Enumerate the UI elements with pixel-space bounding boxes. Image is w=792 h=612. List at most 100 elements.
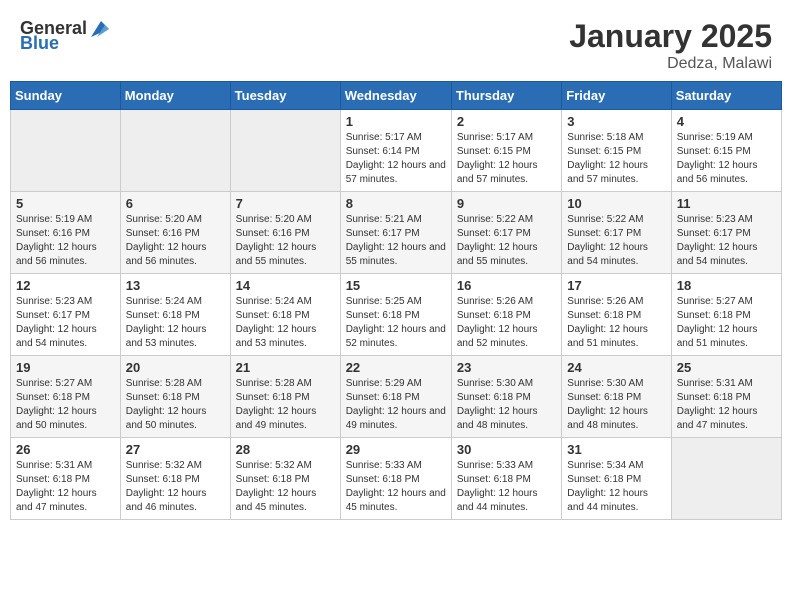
daylight-text: Daylight: 12 hours and 54 minutes. [677, 242, 758, 267]
day-info: Sunrise: 5:21 AM Sunset: 6:17 PM Dayligh… [346, 213, 446, 269]
sunset-text: Sunset: 6:15 PM [567, 146, 641, 157]
sunrise-text: Sunrise: 5:31 AM [677, 378, 753, 389]
daylight-text: Daylight: 12 hours and 49 minutes. [346, 406, 446, 431]
table-row: 8 Sunrise: 5:21 AM Sunset: 6:17 PM Dayli… [340, 192, 451, 274]
table-row [230, 110, 340, 192]
daylight-text: Daylight: 12 hours and 48 minutes. [457, 406, 538, 431]
sunset-text: Sunset: 6:18 PM [346, 474, 420, 485]
sunrise-text: Sunrise: 5:32 AM [236, 460, 312, 471]
day-number: 27 [126, 442, 225, 457]
table-row: 26 Sunrise: 5:31 AM Sunset: 6:18 PM Dayl… [11, 438, 121, 520]
sunrise-text: Sunrise: 5:22 AM [457, 214, 533, 225]
day-number: 14 [236, 278, 335, 293]
day-info: Sunrise: 5:27 AM Sunset: 6:18 PM Dayligh… [16, 377, 115, 433]
sunset-text: Sunset: 6:18 PM [567, 392, 641, 403]
day-info: Sunrise: 5:26 AM Sunset: 6:18 PM Dayligh… [567, 295, 665, 351]
sunset-text: Sunset: 6:16 PM [16, 228, 90, 239]
day-info: Sunrise: 5:26 AM Sunset: 6:18 PM Dayligh… [457, 295, 556, 351]
day-number: 19 [16, 360, 115, 375]
table-row: 25 Sunrise: 5:31 AM Sunset: 6:18 PM Dayl… [671, 356, 781, 438]
location-title: Dedza, Malawi [569, 55, 772, 73]
table-row: 4 Sunrise: 5:19 AM Sunset: 6:15 PM Dayli… [671, 110, 781, 192]
sunset-text: Sunset: 6:18 PM [567, 474, 641, 485]
sunrise-text: Sunrise: 5:24 AM [236, 296, 312, 307]
sunset-text: Sunset: 6:18 PM [126, 474, 200, 485]
sunset-text: Sunset: 6:18 PM [567, 310, 641, 321]
day-number: 17 [567, 278, 665, 293]
daylight-text: Daylight: 12 hours and 49 minutes. [236, 406, 317, 431]
table-row: 13 Sunrise: 5:24 AM Sunset: 6:18 PM Dayl… [120, 274, 230, 356]
sunrise-text: Sunrise: 5:19 AM [677, 132, 753, 143]
day-number: 12 [16, 278, 115, 293]
day-info: Sunrise: 5:34 AM Sunset: 6:18 PM Dayligh… [567, 459, 665, 515]
day-info: Sunrise: 5:22 AM Sunset: 6:17 PM Dayligh… [567, 213, 665, 269]
day-info: Sunrise: 5:33 AM Sunset: 6:18 PM Dayligh… [457, 459, 556, 515]
calendar-week-row: 5 Sunrise: 5:19 AM Sunset: 6:16 PM Dayli… [11, 192, 782, 274]
sunrise-text: Sunrise: 5:23 AM [677, 214, 753, 225]
sunset-text: Sunset: 6:18 PM [346, 310, 420, 321]
sunrise-text: Sunrise: 5:17 AM [457, 132, 533, 143]
table-row: 3 Sunrise: 5:18 AM Sunset: 6:15 PM Dayli… [562, 110, 671, 192]
table-row: 12 Sunrise: 5:23 AM Sunset: 6:17 PM Dayl… [11, 274, 121, 356]
sunrise-text: Sunrise: 5:33 AM [346, 460, 422, 471]
sunrise-text: Sunrise: 5:27 AM [16, 378, 92, 389]
day-number: 3 [567, 114, 665, 129]
table-row: 28 Sunrise: 5:32 AM Sunset: 6:18 PM Dayl… [230, 438, 340, 520]
table-row: 9 Sunrise: 5:22 AM Sunset: 6:17 PM Dayli… [451, 192, 561, 274]
sunset-text: Sunset: 6:17 PM [16, 310, 90, 321]
sunrise-text: Sunrise: 5:31 AM [16, 460, 92, 471]
day-number: 28 [236, 442, 335, 457]
day-number: 15 [346, 278, 446, 293]
sunrise-text: Sunrise: 5:28 AM [236, 378, 312, 389]
sunset-text: Sunset: 6:15 PM [677, 146, 751, 157]
sunrise-text: Sunrise: 5:27 AM [677, 296, 753, 307]
sunset-text: Sunset: 6:18 PM [126, 310, 200, 321]
calendar-week-row: 1 Sunrise: 5:17 AM Sunset: 6:14 PM Dayli… [11, 110, 782, 192]
table-row: 6 Sunrise: 5:20 AM Sunset: 6:16 PM Dayli… [120, 192, 230, 274]
day-info: Sunrise: 5:18 AM Sunset: 6:15 PM Dayligh… [567, 131, 665, 187]
col-thursday: Thursday [451, 82, 561, 110]
logo-blue: Blue [20, 33, 59, 54]
sunrise-text: Sunrise: 5:32 AM [126, 460, 202, 471]
day-info: Sunrise: 5:19 AM Sunset: 6:16 PM Dayligh… [16, 213, 115, 269]
table-row: 1 Sunrise: 5:17 AM Sunset: 6:14 PM Dayli… [340, 110, 451, 192]
day-info: Sunrise: 5:25 AM Sunset: 6:18 PM Dayligh… [346, 295, 446, 351]
daylight-text: Daylight: 12 hours and 48 minutes. [567, 406, 648, 431]
daylight-text: Daylight: 12 hours and 56 minutes. [16, 242, 97, 267]
table-row: 14 Sunrise: 5:24 AM Sunset: 6:18 PM Dayl… [230, 274, 340, 356]
day-info: Sunrise: 5:23 AM Sunset: 6:17 PM Dayligh… [677, 213, 776, 269]
table-row: 10 Sunrise: 5:22 AM Sunset: 6:17 PM Dayl… [562, 192, 671, 274]
sunset-text: Sunset: 6:18 PM [236, 474, 310, 485]
sunrise-text: Sunrise: 5:29 AM [346, 378, 422, 389]
table-row: 16 Sunrise: 5:26 AM Sunset: 6:18 PM Dayl… [451, 274, 561, 356]
sunset-text: Sunset: 6:17 PM [567, 228, 641, 239]
daylight-text: Daylight: 12 hours and 52 minutes. [346, 324, 446, 349]
month-title: January 2025 [569, 18, 772, 55]
table-row: 2 Sunrise: 5:17 AM Sunset: 6:15 PM Dayli… [451, 110, 561, 192]
sunset-text: Sunset: 6:17 PM [677, 228, 751, 239]
col-friday: Friday [562, 82, 671, 110]
sunrise-text: Sunrise: 5:17 AM [346, 132, 422, 143]
day-number: 2 [457, 114, 556, 129]
day-number: 8 [346, 196, 446, 211]
table-row: 21 Sunrise: 5:28 AM Sunset: 6:18 PM Dayl… [230, 356, 340, 438]
sunset-text: Sunset: 6:18 PM [346, 392, 420, 403]
day-number: 21 [236, 360, 335, 375]
day-number: 30 [457, 442, 556, 457]
sunrise-text: Sunrise: 5:21 AM [346, 214, 422, 225]
sunrise-text: Sunrise: 5:34 AM [567, 460, 643, 471]
table-row: 23 Sunrise: 5:30 AM Sunset: 6:18 PM Dayl… [451, 356, 561, 438]
col-wednesday: Wednesday [340, 82, 451, 110]
daylight-text: Daylight: 12 hours and 55 minutes. [457, 242, 538, 267]
calendar-table: Sunday Monday Tuesday Wednesday Thursday… [10, 81, 782, 520]
day-number: 7 [236, 196, 335, 211]
day-info: Sunrise: 5:29 AM Sunset: 6:18 PM Dayligh… [346, 377, 446, 433]
sunset-text: Sunset: 6:18 PM [677, 310, 751, 321]
logo-icon [87, 19, 109, 39]
sunrise-text: Sunrise: 5:18 AM [567, 132, 643, 143]
daylight-text: Daylight: 12 hours and 57 minutes. [567, 160, 648, 185]
col-monday: Monday [120, 82, 230, 110]
day-number: 11 [677, 196, 776, 211]
sunset-text: Sunset: 6:18 PM [677, 392, 751, 403]
title-area: January 2025 Dedza, Malawi [569, 18, 772, 73]
